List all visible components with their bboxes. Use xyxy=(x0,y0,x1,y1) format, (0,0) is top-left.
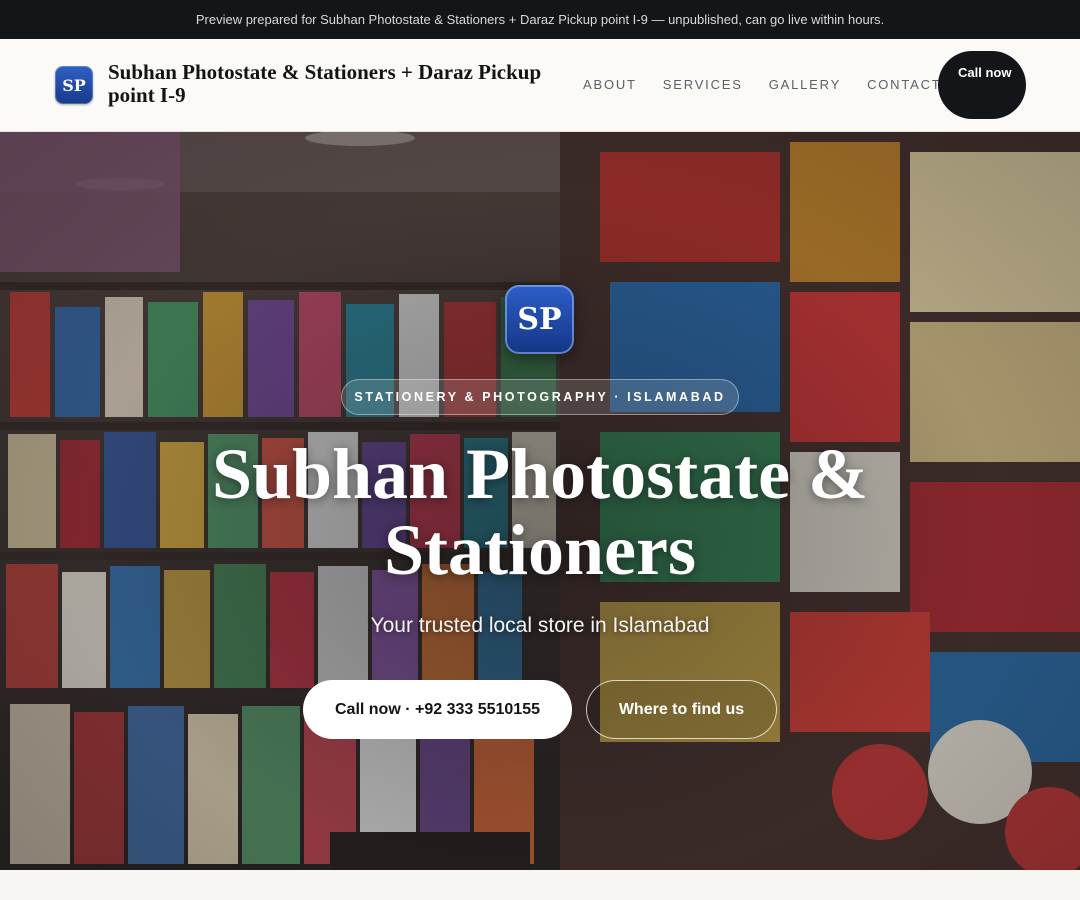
brand-name[interactable]: Subhan Photostate & Stationers + Daraz P… xyxy=(108,61,578,107)
nav-gallery[interactable]: GALLERY xyxy=(769,76,841,94)
preview-banner: Preview prepared for Subhan Photostate &… xyxy=(0,0,1080,39)
hero-call-button[interactable]: Call now · +92 333 5510155 xyxy=(303,680,572,739)
nav-about[interactable]: ABOUT xyxy=(583,76,637,94)
nav-contact[interactable]: CONTACT xyxy=(867,76,941,94)
hero-eyebrow-badge: STATIONERY & PHOTOGRAPHY · ISLAMABAD xyxy=(341,379,739,415)
main-nav: ABOUT SERVICES GALLERY CONTACT xyxy=(583,76,942,94)
site-header: SP Subhan Photostate & Stationers + Dara… xyxy=(0,39,1080,132)
hero-subtitle: Your trusted local store in Islamabad xyxy=(370,614,710,637)
hero-logo-icon: SP xyxy=(505,285,574,354)
hero-section: SP STATIONERY & PHOTOGRAPHY · ISLAMABAD … xyxy=(0,132,1080,870)
hero-location-button[interactable]: Where to find us xyxy=(586,680,777,739)
brand-logo-icon[interactable]: SP xyxy=(55,66,93,104)
hero-title: Subhan Photostate & Stationers xyxy=(211,434,869,590)
header-call-button[interactable]: Call now xyxy=(938,51,1026,119)
preview-banner-text: Preview prepared for Subhan Photostate &… xyxy=(195,12,885,27)
nav-services[interactable]: SERVICES xyxy=(663,76,743,94)
next-section-top xyxy=(0,870,1080,900)
